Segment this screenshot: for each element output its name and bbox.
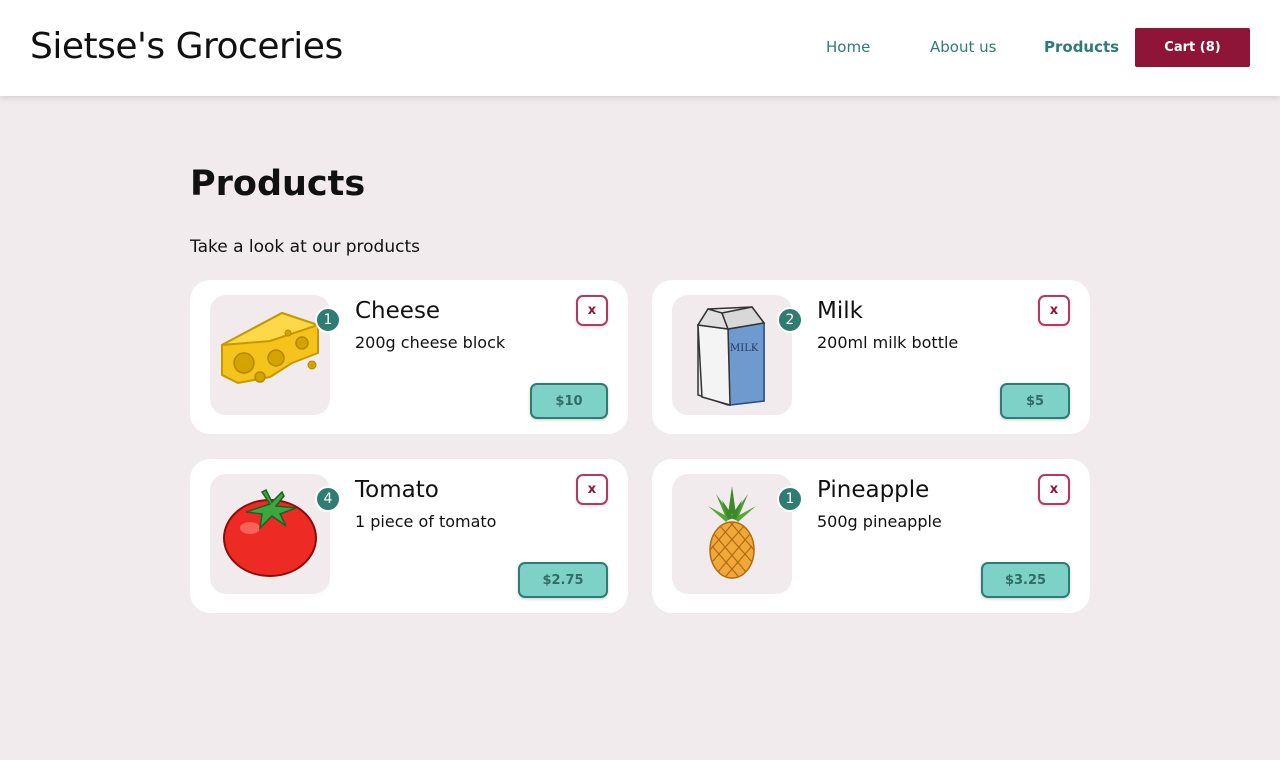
- cart-button[interactable]: Cart (8): [1135, 28, 1250, 67]
- page-title: Products: [190, 164, 366, 204]
- product-image: [210, 295, 330, 415]
- site-title[interactable]: Sietse's Groceries: [30, 26, 343, 67]
- price-button[interactable]: $10: [530, 383, 608, 419]
- price-button[interactable]: $2.75: [518, 562, 608, 598]
- remove-product-button[interactable]: x: [576, 295, 608, 326]
- quantity-badge: 1: [777, 486, 803, 512]
- product-card-cheese: 1 Cheese 200g cheese block x $10: [190, 280, 628, 434]
- site-header: Sietse's Groceries Home About us Product…: [0, 0, 1280, 96]
- product-name: Tomato: [355, 477, 439, 503]
- milk-carton-icon: MILK: [696, 306, 766, 407]
- tomato-icon: [223, 488, 317, 577]
- product-name: Pineapple: [817, 477, 930, 503]
- nav-home-link[interactable]: Home: [826, 38, 870, 56]
- product-name: Cheese: [355, 298, 441, 324]
- product-description: 500g pineapple: [817, 512, 942, 531]
- price-button[interactable]: $5: [1000, 383, 1070, 419]
- price-button[interactable]: $3.25: [981, 562, 1070, 598]
- pineapple-icon: [708, 486, 756, 579]
- quantity-badge: 1: [315, 307, 341, 333]
- product-description: 1 piece of tomato: [355, 512, 497, 531]
- cheese-icon: [221, 311, 322, 385]
- product-image: [672, 474, 792, 594]
- product-name: Milk: [817, 298, 863, 324]
- quantity-badge: 2: [777, 307, 803, 333]
- page-subtitle: Take a look at our products: [190, 237, 420, 257]
- remove-product-button[interactable]: x: [576, 474, 608, 505]
- remove-product-button[interactable]: x: [1038, 474, 1070, 505]
- product-image: [210, 474, 330, 594]
- nav-products-link[interactable]: Products: [1044, 38, 1119, 56]
- product-description: 200g cheese block: [355, 333, 506, 352]
- product-card-tomato: 4 Tomato 1 piece of tomato x $2.75: [190, 459, 628, 613]
- remove-product-button[interactable]: x: [1038, 295, 1070, 326]
- product-image: MILK: [672, 295, 792, 415]
- product-card-milk: MILK 2 Milk 200ml milk bottle x $5: [652, 280, 1090, 434]
- quantity-badge: 4: [315, 486, 341, 512]
- carton-label: MILK: [730, 343, 759, 354]
- product-description: 200ml milk bottle: [817, 333, 959, 352]
- nav-about-link[interactable]: About us: [930, 38, 996, 56]
- product-card-pineapple: 1 Pineapple 500g pineapple x $3.25: [652, 459, 1090, 613]
